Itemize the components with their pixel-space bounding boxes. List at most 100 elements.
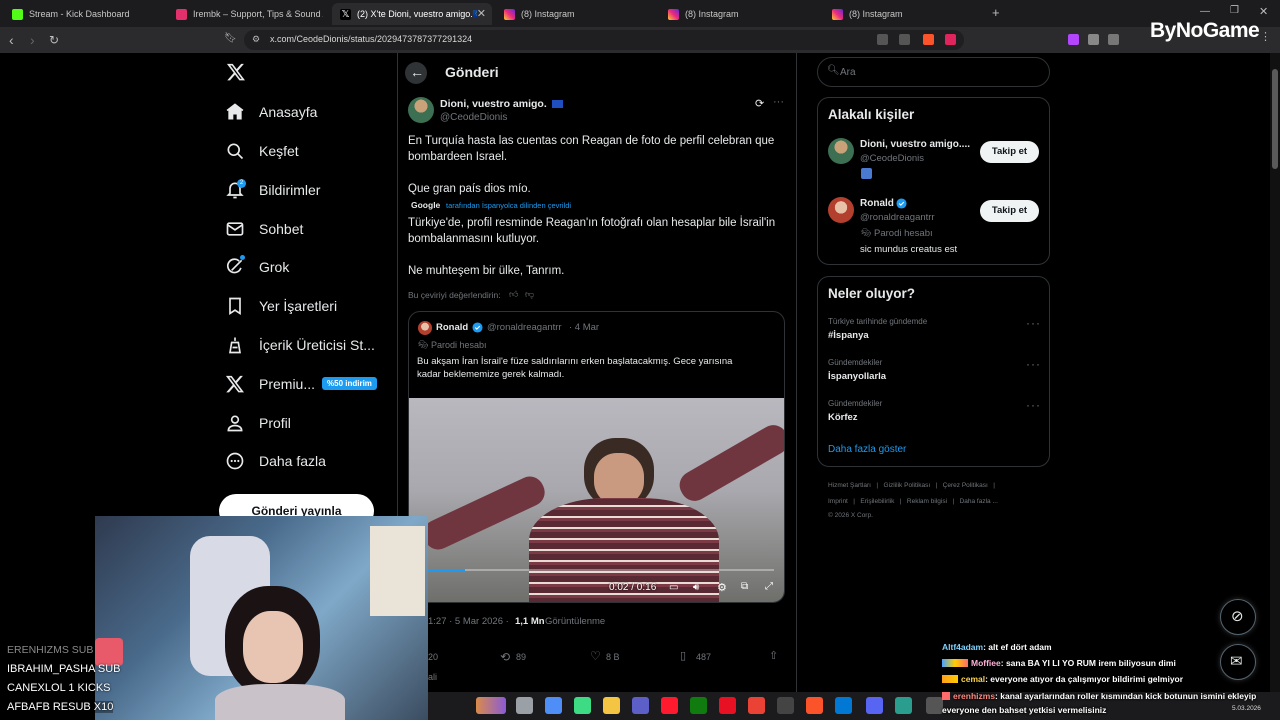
url-field[interactable]: ⚙ x.com/CeodeDionis/status/2029473787377… <box>244 30 964 50</box>
pip-icon[interactable]: ⧉ <box>741 581 748 592</box>
browser-tab[interactable]: (8) Instagram <box>496 3 656 25</box>
nav-premium[interactable]: Premiu... <box>225 370 315 398</box>
app-icon[interactable] <box>777 697 794 714</box>
nav-explore[interactable]: Keşfet <box>225 137 299 165</box>
forward-nav-icon[interactable]: › <box>30 32 35 48</box>
trend-name[interactable]: Körfez <box>828 412 858 423</box>
author-handle[interactable]: @CeodeDionis <box>440 112 507 123</box>
browser-tab-active[interactable]: 𝕏 (2) X'te Dioni, vuestro amigo.🇪🇺 ✕ <box>332 3 492 25</box>
extensions-puzzle-icon[interactable] <box>1108 34 1119 45</box>
browser-tab[interactable]: Stream - Kick Dashboard <box>4 3 164 25</box>
translation-note[interactable]: tarafından İspanyolca dilinden çevrildi <box>446 201 571 210</box>
trend-more-icon[interactable]: ··· <box>1026 316 1041 330</box>
settings-icon[interactable]: ⚙ <box>717 581 727 594</box>
app-icon[interactable] <box>574 697 591 714</box>
show-more-link[interactable]: Daha fazla göster <box>828 444 906 455</box>
page-scrollbar[interactable] <box>1270 53 1280 693</box>
nav-profile[interactable]: Profil <box>225 409 291 437</box>
follow-button[interactable]: Takip et <box>980 141 1039 163</box>
menu-icon[interactable]: ⋮ <box>1260 30 1271 43</box>
quoted-post[interactable]: Ronald @ronaldreagantrr · 4 Mar 🎭︎ Parod… <box>408 311 785 603</box>
share-icon[interactable] <box>899 34 910 45</box>
footer-link[interactable]: Hizmet Şartları <box>828 482 871 489</box>
discord-icon[interactable] <box>866 697 883 714</box>
opera-icon[interactable] <box>661 697 678 714</box>
back-button[interactable]: ← <box>405 62 427 84</box>
close-icon[interactable]: ✕ <box>477 7 486 20</box>
nav-more[interactable]: Daha fazla <box>225 447 326 475</box>
bookmark-icon[interactable]: ▯ <box>680 649 686 662</box>
back-nav-icon[interactable]: ‹ <box>9 32 14 48</box>
grok-explain-icon[interactable]: ⟳ <box>755 97 764 110</box>
reply-count[interactable]: 20 <box>428 652 438 662</box>
taskbar-widget-icon[interactable] <box>476 697 506 714</box>
nav-grok[interactable]: Grok <box>225 253 289 281</box>
footer-link[interactable]: Imprint <box>828 498 848 505</box>
brave-icon[interactable] <box>806 697 823 714</box>
trend-name[interactable]: İspanyollarla <box>828 371 886 382</box>
nav-chat[interactable]: Sohbet <box>225 215 303 243</box>
restore-icon[interactable]: ❐ <box>1230 5 1239 16</box>
share-post-icon[interactable]: ⇧ <box>769 649 778 662</box>
media-icon[interactable] <box>748 697 765 714</box>
follow-button[interactable]: Takip et <box>980 200 1039 222</box>
thumbs-down-icon[interactable]: 👎︎ <box>525 289 534 300</box>
search-input[interactable]: Ara <box>840 67 856 78</box>
trend-more-icon[interactable]: ··· <box>1026 398 1041 412</box>
nav-home[interactable]: Anasayfa <box>225 98 317 126</box>
more-options-icon[interactable]: ··· <box>773 96 784 108</box>
nav-bookmarks[interactable]: Yer İşaretleri <box>225 292 337 320</box>
x-home-logo[interactable] <box>226 62 246 87</box>
footer-link[interactable]: Erişilebilirlik <box>860 498 894 505</box>
trend-name[interactable]: #İspanya <box>828 330 869 341</box>
person-name[interactable]: Dioni, vuestro amigo.... <box>860 139 970 150</box>
search-box[interactable]: 🔍︎ Ara <box>817 57 1050 87</box>
footer-link[interactable]: Daha fazla ... <box>960 498 998 505</box>
author-name[interactable]: Dioni, vuestro amigo. <box>440 98 563 110</box>
thumbs-up-icon[interactable]: 👍︎ <box>509 289 518 300</box>
footer-link[interactable]: Çerez Politikası <box>943 482 988 489</box>
volume-icon[interactable]: 🔊︎ <box>693 582 699 593</box>
app-icon[interactable] <box>895 697 912 714</box>
teams-icon[interactable] <box>632 697 649 714</box>
browser-tab[interactable]: (8) Instagram <box>824 3 984 25</box>
minimize-icon[interactable]: — <box>1200 6 1210 17</box>
reload-icon[interactable]: ↻ <box>49 32 59 48</box>
taskview-icon[interactable] <box>516 697 533 714</box>
browser-tab[interactable]: Irembk – Support, Tips & Sound Alerts <box>168 3 328 25</box>
grok-fab[interactable]: ⊘ <box>1220 599 1256 635</box>
captions-icon[interactable]: ▭ <box>669 582 678 593</box>
repost-icon[interactable]: ⟲ <box>500 650 510 664</box>
bookmark-page-icon[interactable]: 🔖︎ <box>224 33 237 44</box>
footer-link[interactable]: Reklam bilgisi <box>907 498 947 505</box>
messages-fab[interactable]: ✉ <box>1220 644 1256 680</box>
heart-icon[interactable]: ♡ <box>590 649 601 663</box>
reply-sort-label[interactable]: ali <box>428 672 437 682</box>
xbox-icon[interactable] <box>690 697 707 714</box>
video-player[interactable]: 0:02 / 0:16 ▭ 🔊︎ ⚙ ⧉ ⤢ <box>409 398 784 602</box>
fullscreen-icon[interactable]: ⤢ <box>765 581 773 592</box>
post-timestamp[interactable]: 1:27 · 5 Mar 2026 · <box>428 616 509 627</box>
obs-icon[interactable] <box>926 697 943 714</box>
brave-shield-icon[interactable] <box>923 34 934 45</box>
trend-more-icon[interactable]: ··· <box>1026 357 1041 371</box>
app-icon[interactable] <box>545 697 562 714</box>
extension-icon[interactable] <box>1088 34 1099 45</box>
nav-creator-studio[interactable]: İçerik Üreticisi St... <box>225 331 375 359</box>
avatar[interactable] <box>828 138 854 164</box>
folder-icon[interactable] <box>603 697 620 714</box>
avatar[interactable] <box>408 97 434 123</box>
new-tab-icon[interactable]: + <box>992 5 1000 20</box>
person-name[interactable]: Ronald <box>860 198 894 209</box>
close-window-icon[interactable]: ✕ <box>1259 5 1268 18</box>
avatar[interactable] <box>828 197 854 223</box>
extension-icon[interactable] <box>1068 34 1079 45</box>
footer-link[interactable]: Gizlilik Politikası <box>884 482 931 489</box>
browser-tab[interactable]: (8) Instagram <box>660 3 820 25</box>
cast-icon[interactable] <box>877 34 888 45</box>
scrollbar-thumb[interactable] <box>1272 69 1278 169</box>
store-icon[interactable] <box>719 697 736 714</box>
brave-rewards-icon[interactable] <box>945 34 956 45</box>
video-progress-track[interactable] <box>421 569 774 571</box>
site-info-icon[interactable]: ⚙ <box>252 34 260 45</box>
